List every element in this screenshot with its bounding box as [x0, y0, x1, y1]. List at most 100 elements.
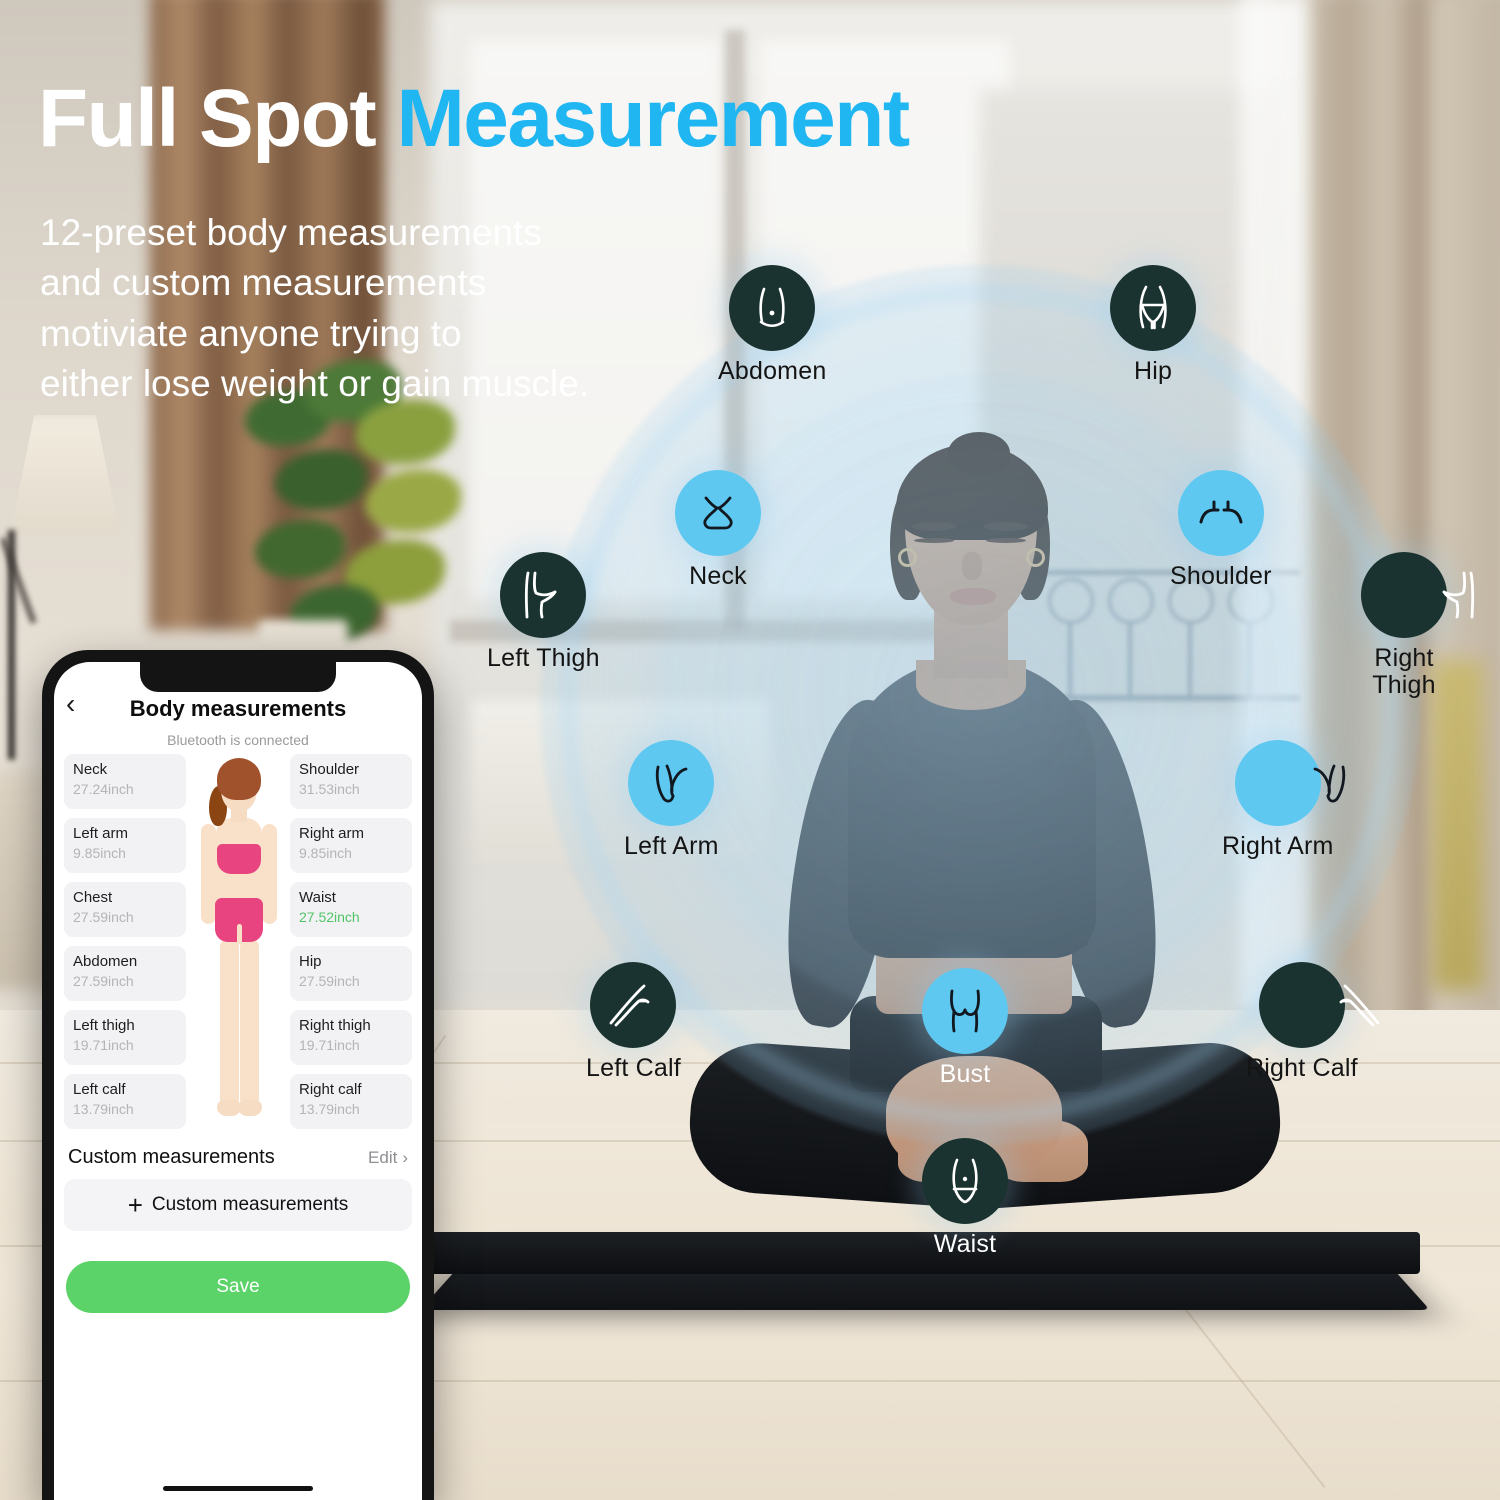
floor-lamp-pole — [8, 530, 15, 760]
measurement-label: Hip — [299, 953, 322, 970]
edit-button[interactable]: Edit › — [368, 1148, 408, 1168]
badge-shoulder[interactable]: Shoulder — [1170, 470, 1272, 590]
measurement-value: 13.79inch — [299, 1101, 360, 1118]
badge-left-arm[interactable]: Left Arm — [624, 740, 719, 860]
figure-arm-left — [201, 824, 216, 924]
home-indicator — [163, 1486, 313, 1491]
measurement-cell[interactable]: Right thigh 19.71inch — [290, 1010, 412, 1065]
badge-neck[interactable]: Neck — [675, 470, 761, 590]
measurements-column-left: Neck 27.24inch Left arm 9.85inch Chest 2… — [64, 754, 186, 1138]
screen-title: Body measurements — [129, 696, 347, 721]
measurement-label: Left arm — [73, 825, 129, 842]
badge-label: Right Arm — [1222, 832, 1334, 860]
measurement-label: Neck — [73, 761, 108, 778]
measurement-cell[interactable]: Right calf 13.79inch — [290, 1074, 412, 1129]
shoulder-icon — [1177, 470, 1264, 556]
figure-leg-right — [240, 938, 259, 1106]
arm-right-icon — [1234, 740, 1345, 826]
measurement-label: Waist — [299, 889, 336, 906]
measurement-value: 31.53inch — [299, 781, 360, 798]
measurement-cell[interactable]: Left calf 13.79inch — [64, 1074, 186, 1129]
badge-left-thigh[interactable]: Left Thigh — [487, 552, 600, 672]
headline-part-2: Measurement — [396, 73, 911, 164]
measurement-label: Left thigh — [73, 1017, 135, 1034]
back-chevron-icon[interactable]: ‹ — [66, 690, 75, 718]
figure-hair — [217, 758, 261, 800]
measurement-cell[interactable]: Shoulder 31.53inch — [290, 754, 412, 809]
calf-right-icon — [1258, 962, 1380, 1048]
plant-leaf — [275, 450, 367, 510]
arm-left-icon — [628, 740, 715, 826]
badge-label: Shoulder — [1170, 562, 1272, 590]
measurements-grid: Neck 27.24inch Left arm 9.85inch Chest 2… — [54, 754, 422, 1134]
badge-right-calf[interactable]: Right Calf — [1246, 962, 1380, 1082]
body-figure-illustration — [179, 756, 297, 1128]
app-screen: ‹ Body measurements Bluetooth is connect… — [54, 662, 422, 1500]
badge-label: Left Arm — [624, 832, 719, 860]
measurement-cell[interactable]: Chest 27.59inch — [64, 882, 186, 937]
measurement-value: 13.79inch — [73, 1101, 134, 1118]
badge-abdomen[interactable]: Abdomen — [718, 265, 826, 385]
figure-top-garment — [217, 844, 261, 874]
measurements-column-right: Shoulder 31.53inch Right arm 9.85inch Wa… — [290, 754, 412, 1138]
custom-measurements-header: Custom measurements Edit › — [54, 1134, 422, 1179]
bust-icon — [922, 968, 1008, 1054]
badge-right-thigh[interactable]: Right Thigh — [1358, 552, 1475, 699]
neck-icon — [675, 470, 761, 556]
phone-mockup: ‹ Body measurements Bluetooth is connect… — [42, 650, 434, 1500]
badge-bust[interactable]: Bust — [922, 968, 1008, 1088]
measurement-label: Shoulder — [299, 761, 360, 778]
measurement-value: 27.52inch — [299, 909, 360, 926]
measurement-label: Right calf — [299, 1081, 362, 1098]
measurement-label: Right thigh — [299, 1017, 371, 1034]
measurement-label: Abdomen — [73, 953, 138, 970]
thigh-left-icon — [500, 552, 587, 638]
measurement-value: 27.59inch — [73, 909, 134, 926]
custom-measurements-title: Custom measurements — [68, 1146, 275, 1168]
badge-label: Waist — [933, 1230, 997, 1258]
waist-icon — [922, 1138, 1008, 1224]
badge-label: Hip — [1133, 357, 1173, 385]
measurement-cell[interactable]: Abdomen 27.59inch — [64, 946, 186, 1001]
measurement-value: 27.59inch — [73, 973, 134, 990]
measurement-value: 9.85inch — [73, 845, 126, 862]
badge-label: Neck — [689, 562, 747, 590]
badge-right-arm[interactable]: Right Arm — [1222, 740, 1345, 860]
measurement-cell[interactable]: Waist 27.52inch — [290, 882, 412, 937]
plus-icon: + — [127, 1190, 143, 1220]
abdomen-icon — [729, 265, 816, 351]
measurement-cell[interactable]: Neck 27.24inch — [64, 754, 186, 809]
hip-icon — [1110, 265, 1196, 351]
subheadline-line-2: and custom measurements — [40, 262, 487, 304]
figure-arm-right — [262, 824, 277, 924]
headline-part-1: Full Spot — [38, 73, 377, 164]
measurement-cell[interactable]: Hip 27.59inch — [290, 946, 412, 1001]
add-custom-measurement-button[interactable]: + Custom measurements — [64, 1179, 412, 1231]
measurement-cell[interactable]: Left arm 9.85inch — [64, 818, 186, 873]
measurement-label: Left calf — [73, 1081, 126, 1098]
figure-shorts-gap — [237, 924, 242, 944]
app-navigation-bar: ‹ Body measurements — [54, 688, 422, 730]
measurement-value: 19.71inch — [73, 1037, 134, 1054]
measurement-cell[interactable]: Right arm 9.85inch — [290, 818, 412, 873]
badge-label: Left Calf — [586, 1054, 681, 1082]
page-title: Full Spot Measurement — [38, 78, 1098, 160]
subheadline-line-4: either lose weight or gain muscle. — [40, 362, 590, 404]
subheadline-line-3: motiviate anyone trying to — [40, 312, 462, 354]
badge-hip[interactable]: Hip — [1110, 265, 1196, 385]
chevron-right-icon: › — [402, 1147, 408, 1167]
measurement-cell[interactable]: Left thigh 19.71inch — [64, 1010, 186, 1065]
figure-foot-right — [238, 1100, 262, 1116]
measurement-value: 27.24inch — [73, 781, 134, 798]
measurement-label: Right arm — [299, 825, 365, 842]
bluetooth-status: Bluetooth is connected — [167, 732, 309, 748]
measurement-value: 9.85inch — [299, 845, 352, 862]
badge-waist[interactable]: Waist — [922, 1138, 1008, 1258]
save-button[interactable]: Save — [66, 1261, 410, 1313]
badge-label: Right Thigh — [1372, 644, 1436, 699]
calf-left-icon — [590, 962, 677, 1048]
plant-leaf — [255, 520, 345, 578]
measurement-value: 27.59inch — [299, 973, 360, 990]
subheadline: 12-preset body measurements and custom m… — [40, 208, 740, 409]
badge-left-calf[interactable]: Left Calf — [586, 962, 681, 1082]
